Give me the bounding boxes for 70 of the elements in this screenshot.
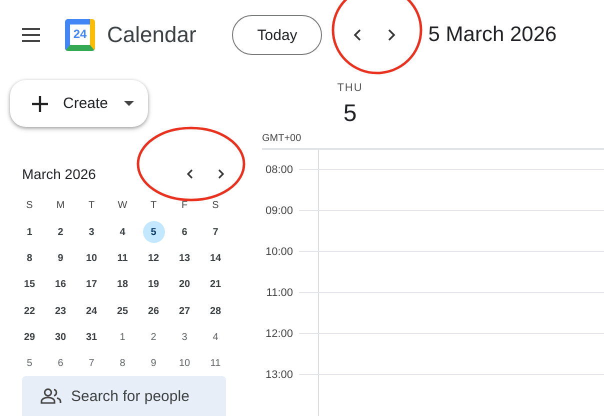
day-cell[interactable]: 26 bbox=[142, 300, 164, 322]
day-cell[interactable]: 7 bbox=[80, 352, 102, 375]
day-cell[interactable]: 25 bbox=[112, 300, 134, 322]
day-cell[interactable]: 6 bbox=[50, 352, 72, 375]
day-cell[interactable]: 9 bbox=[142, 352, 164, 375]
day-cell[interactable]: 1 bbox=[18, 221, 40, 244]
day-number[interactable]: 5 bbox=[343, 100, 357, 128]
day-cell[interactable]: 30 bbox=[50, 326, 72, 349]
weekday-label: M bbox=[55, 199, 66, 214]
day-cell[interactable]: 15 bbox=[18, 274, 40, 296]
day-cell[interactable]: 29 bbox=[18, 326, 40, 349]
people-search-field[interactable]: Search for people bbox=[22, 376, 226, 416]
day-cell[interactable]: 3 bbox=[174, 326, 196, 349]
menu-icon[interactable] bbox=[21, 28, 41, 42]
weekday-label: T bbox=[87, 199, 96, 214]
day-cell[interactable]: 27 bbox=[174, 300, 196, 322]
day-cell[interactable]: 20 bbox=[174, 274, 196, 296]
weekday-label: S bbox=[25, 199, 34, 214]
date-title: 5 March 2026 bbox=[428, 23, 557, 47]
day-cell[interactable]: 22 bbox=[18, 300, 40, 322]
day-cell[interactable]: 6 bbox=[174, 221, 196, 244]
hour-label: 08:00 bbox=[264, 164, 293, 176]
weekday-label: T bbox=[149, 199, 158, 214]
weekday-label: S bbox=[211, 199, 220, 214]
calendar-logo: 24 bbox=[65, 19, 95, 51]
weekday-label: F bbox=[180, 199, 189, 214]
previous-icon[interactable] bbox=[185, 168, 195, 180]
day-cell[interactable]: 11 bbox=[204, 352, 226, 375]
plus-icon bbox=[30, 94, 50, 114]
weekday-label: THU bbox=[337, 82, 363, 94]
month-title: March 2026 bbox=[22, 166, 96, 182]
day-cell[interactable]: 23 bbox=[50, 300, 72, 322]
day-cell[interactable]: 19 bbox=[142, 274, 164, 296]
day-cell[interactable]: 24 bbox=[80, 300, 102, 322]
day-cell[interactable]: 8 bbox=[18, 248, 40, 270]
day-cell[interactable]: 31 bbox=[80, 326, 102, 349]
day-cell[interactable]: 14 bbox=[204, 248, 226, 270]
day-cell[interactable]: 16 bbox=[50, 274, 72, 296]
today-button[interactable]: Today bbox=[232, 15, 322, 55]
app-name: Calendar bbox=[107, 22, 196, 48]
day-cell[interactable]: 17 bbox=[80, 274, 102, 296]
hour-label: 10:00 bbox=[264, 246, 293, 258]
create-button[interactable]: Create bbox=[10, 80, 148, 128]
day-cell[interactable]: 3 bbox=[80, 221, 102, 244]
hour-label: 11:00 bbox=[265, 286, 293, 298]
timezone-label: GMT+00 bbox=[262, 132, 302, 144]
hour-label: 13:00 bbox=[264, 368, 293, 380]
day-cell[interactable]: 7 bbox=[204, 221, 226, 244]
dropdown-icon bbox=[124, 100, 134, 107]
hour-label: 09:00 bbox=[264, 204, 293, 216]
day-cell[interactable]: 18 bbox=[112, 274, 134, 296]
day-cell[interactable]: 1 bbox=[112, 326, 134, 349]
day-cell[interactable]: 28 bbox=[204, 300, 226, 322]
day-cell[interactable]: 5 bbox=[142, 221, 164, 244]
day-cell[interactable]: 4 bbox=[112, 221, 134, 244]
day-cell[interactable]: 2 bbox=[142, 326, 164, 349]
day-cell[interactable]: 8 bbox=[112, 352, 134, 375]
day-cell[interactable]: 21 bbox=[204, 274, 226, 296]
day-cell[interactable]: 13 bbox=[174, 248, 196, 270]
day-cell[interactable]: 5 bbox=[18, 352, 40, 375]
hour-label: 12:00 bbox=[264, 328, 293, 340]
weekday-label: W bbox=[116, 199, 128, 214]
day-cell[interactable]: 9 bbox=[50, 248, 72, 270]
day-cell[interactable]: 10 bbox=[80, 248, 102, 270]
day-cell[interactable]: 4 bbox=[204, 326, 226, 349]
day-cell[interactable]: 10 bbox=[174, 352, 196, 375]
day-cell[interactable]: 12 bbox=[142, 248, 164, 270]
day-cell[interactable]: 11 bbox=[112, 248, 134, 270]
day-cell[interactable]: 2 bbox=[50, 221, 72, 244]
next-icon[interactable] bbox=[216, 168, 226, 180]
